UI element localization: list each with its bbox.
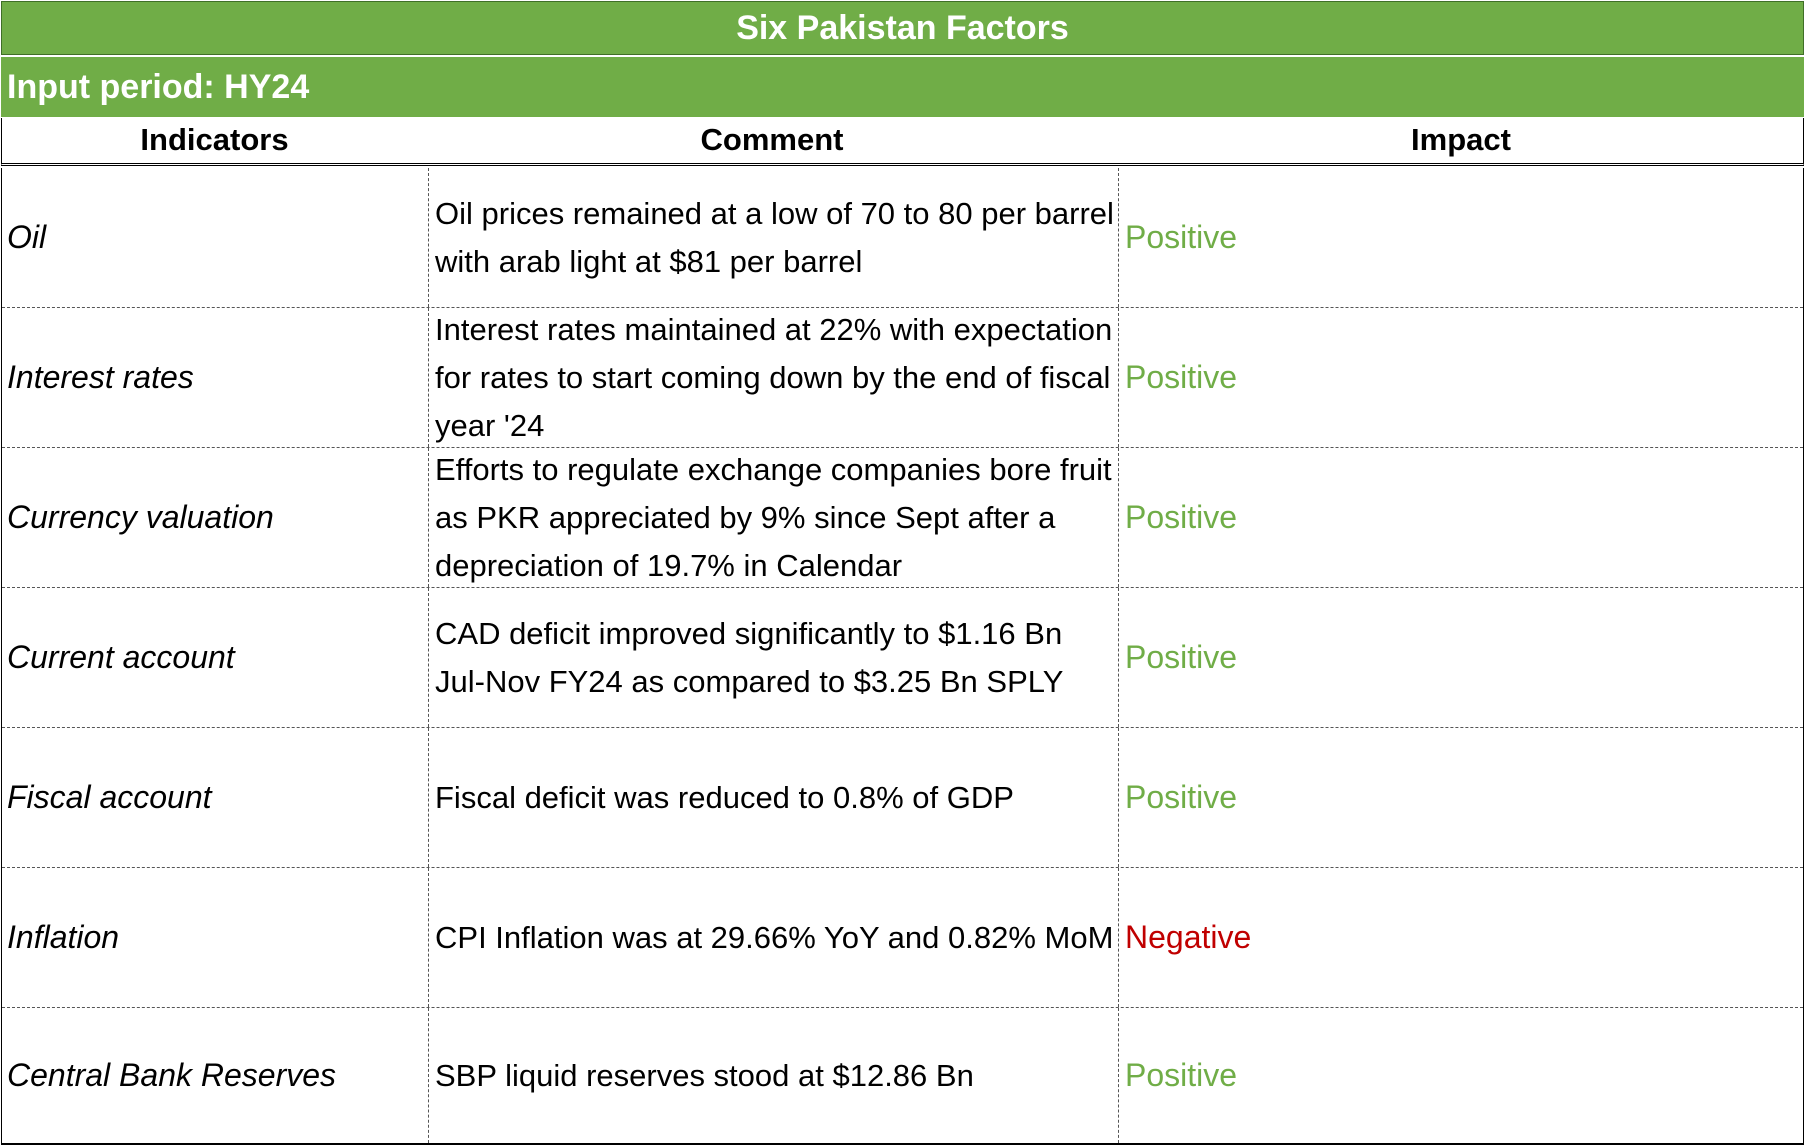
comment-cell: Oil prices remained at a low of 70 to 80… [428,168,1118,307]
factors-table: Six Pakistan Factors Input period: HY24 … [0,0,1806,1145]
indicator-cell: Fiscal account [7,779,212,815]
impact-cell: Positive [1118,308,1803,447]
input-period-label: Input period: HY24 [1,57,1804,117]
comment-cell: Interest rates maintained at 22% with ex… [428,308,1118,447]
table-row: Oil Oil prices remained at a low of 70 t… [2,168,1803,308]
header-impact: Impact [1411,122,1511,157]
indicator-cell: Central Bank Reserves [7,1057,337,1093]
indicator-cell: Interest rates [7,359,194,395]
comment-cell: Fiscal deficit was reduced to 0.8% of GD… [428,728,1118,867]
comment-cell: SBP liquid reserves stood at $12.86 Bn [428,1008,1118,1143]
table-row: Central Bank Reserves SBP liquid reserve… [2,1008,1803,1143]
header-comment: Comment [700,122,844,157]
impact-cell: Positive [1118,588,1803,727]
column-header-row: Indicators Comment Impact [1,118,1804,166]
impact-cell: Negative [1118,868,1803,1007]
table-row: Fiscal account Fiscal deficit was reduce… [2,728,1803,868]
table-row: Current account CAD deficit improved sig… [2,588,1803,728]
table-row: Interest rates Interest rates maintained… [2,308,1803,448]
impact-cell: Positive [1118,168,1803,307]
impact-cell: Positive [1118,1008,1803,1143]
comment-cell: Efforts to regulate exchange companies b… [428,448,1118,587]
impact-cell: Positive [1118,448,1803,587]
comment-cell: CAD deficit improved significantly to $1… [428,588,1118,727]
indicator-cell: Current account [7,639,235,675]
table-title: Six Pakistan Factors [1,1,1804,55]
table-body: Oil Oil prices remained at a low of 70 t… [1,168,1804,1145]
table-row: Currency valuation Efforts to regulate e… [2,448,1803,588]
comment-cell: CPI Inflation was at 29.66% YoY and 0.82… [428,868,1118,1007]
indicator-cell: Inflation [7,919,120,955]
impact-cell: Positive [1118,728,1803,867]
indicator-cell: Oil [7,219,47,255]
header-indicators: Indicators [140,122,289,157]
indicator-cell: Currency valuation [7,499,274,535]
table-row: Inflation CPI Inflation was at 29.66% Yo… [2,868,1803,1008]
